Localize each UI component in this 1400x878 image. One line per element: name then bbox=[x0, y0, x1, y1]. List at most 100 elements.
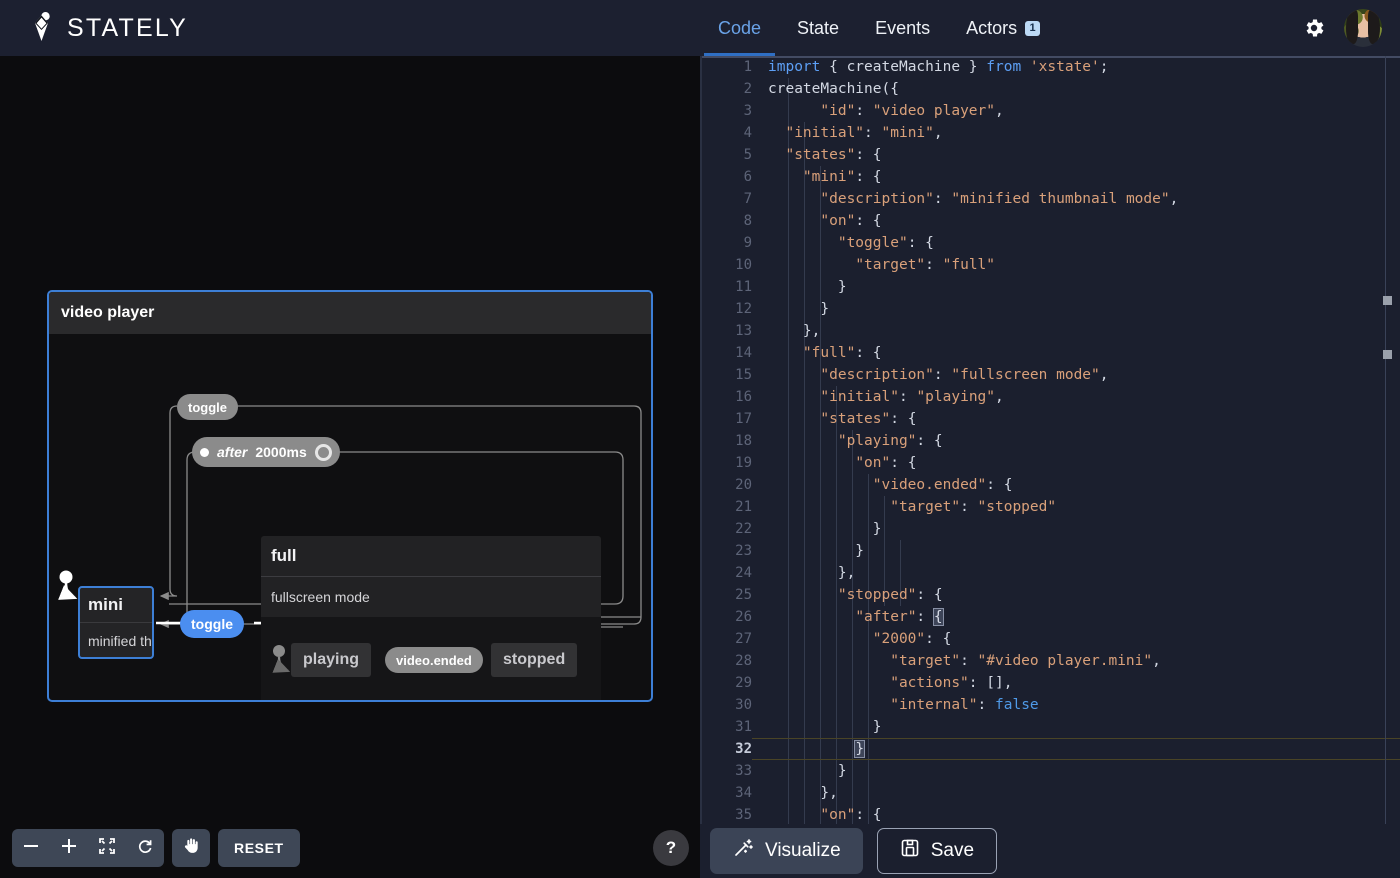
line-number: 26 bbox=[700, 606, 768, 628]
code-line[interactable]: 3 "id": "video player", bbox=[700, 100, 1400, 122]
code-line[interactable]: 29 "actions": [], bbox=[700, 672, 1400, 694]
code-line[interactable]: 13 }, bbox=[700, 320, 1400, 342]
line-number: 2 bbox=[700, 78, 768, 100]
code-line[interactable]: 21 "target": "stopped" bbox=[700, 496, 1400, 518]
zoom-in-button[interactable] bbox=[50, 829, 88, 867]
code-line-text: } bbox=[768, 760, 847, 782]
code-editor-pane[interactable]: 1import { createMachine } from 'xstate';… bbox=[700, 56, 1400, 878]
code-line[interactable]: 34 }, bbox=[700, 782, 1400, 804]
scrollbar-marker bbox=[1383, 296, 1392, 305]
line-number: 19 bbox=[700, 452, 768, 474]
code-line[interactable]: 18 "playing": { bbox=[700, 430, 1400, 452]
code-line[interactable]: 31 } bbox=[700, 716, 1400, 738]
code-line[interactable]: 23 } bbox=[700, 540, 1400, 562]
event-after-delay: 2000ms bbox=[255, 444, 306, 460]
code-line[interactable]: 25 "stopped": { bbox=[700, 584, 1400, 606]
code-line-text: "actions": [], bbox=[768, 672, 1012, 694]
tab-code[interactable]: Code bbox=[700, 0, 779, 56]
tab-actors[interactable]: Actors 1 bbox=[948, 0, 1058, 56]
line-number: 23 bbox=[700, 540, 768, 562]
code-line[interactable]: 19 "on": { bbox=[700, 452, 1400, 474]
tab-state[interactable]: State bbox=[779, 0, 857, 56]
gear-icon[interactable] bbox=[1300, 14, 1328, 42]
delay-circle-icon bbox=[315, 444, 332, 461]
fit-to-screen-button[interactable] bbox=[88, 829, 126, 867]
code-line[interactable]: 8 "on": { bbox=[700, 210, 1400, 232]
code-line[interactable]: 6 "mini": { bbox=[700, 166, 1400, 188]
code-line-text: "after": { bbox=[768, 606, 943, 628]
save-button[interactable]: Save bbox=[877, 828, 997, 874]
state-node-mini[interactable]: mini minified thu bbox=[78, 586, 154, 659]
code-line-text: }, bbox=[768, 782, 838, 804]
code-line[interactable]: 20 "video.ended": { bbox=[700, 474, 1400, 496]
code-line[interactable]: 7 "description": "minified thumbnail mod… bbox=[700, 188, 1400, 210]
code-line[interactable]: 15 "description": "fullscreen mode", bbox=[700, 364, 1400, 386]
pan-tool-group bbox=[172, 829, 210, 867]
state-node-full-title: full bbox=[261, 536, 601, 576]
help-button[interactable]: ? bbox=[653, 830, 689, 866]
event-video-ended[interactable]: video.ended bbox=[385, 647, 483, 673]
code-line-text: }, bbox=[768, 320, 820, 342]
help-button-label: ? bbox=[666, 838, 676, 858]
visualize-button-label: Visualize bbox=[765, 840, 841, 862]
code-line[interactable]: 10 "target": "full" bbox=[700, 254, 1400, 276]
code-line[interactable]: 9 "toggle": { bbox=[700, 232, 1400, 254]
code-line-text: "on": { bbox=[768, 210, 882, 232]
event-toggle-top[interactable]: toggle bbox=[177, 394, 238, 420]
tab-actors-label: Actors bbox=[966, 18, 1017, 39]
state-node-full[interactable]: full fullscreen mode playing stopped vid… bbox=[261, 536, 601, 702]
visualize-button[interactable]: Visualize bbox=[710, 828, 863, 874]
state-node-full-description: fullscreen mode bbox=[261, 577, 601, 617]
code-line[interactable]: 35 "on": { bbox=[700, 804, 1400, 824]
state-node-stopped[interactable]: stopped bbox=[491, 643, 577, 677]
event-toggle-mini-to-full[interactable]: toggle bbox=[180, 610, 244, 638]
zoom-out-button[interactable] bbox=[12, 829, 50, 867]
code-line[interactable]: 24 }, bbox=[700, 562, 1400, 584]
code-editor[interactable]: 1import { createMachine } from 'xstate';… bbox=[700, 56, 1400, 824]
line-number: 9 bbox=[700, 232, 768, 254]
line-number: 11 bbox=[700, 276, 768, 298]
event-after-keyword: after bbox=[217, 444, 247, 460]
tab-events[interactable]: Events bbox=[857, 0, 948, 56]
reset-rotation-button[interactable] bbox=[126, 829, 164, 867]
code-line[interactable]: 27 "2000": { bbox=[700, 628, 1400, 650]
event-after-2000ms[interactable]: after 2000ms bbox=[192, 437, 340, 467]
code-line-text: "states": { bbox=[768, 408, 916, 430]
code-line[interactable]: 14 "full": { bbox=[700, 342, 1400, 364]
code-line-text: "toggle": { bbox=[768, 232, 934, 254]
code-line[interactable]: 16 "initial": "playing", bbox=[700, 386, 1400, 408]
code-line[interactable]: 11 } bbox=[700, 276, 1400, 298]
code-line[interactable]: 2createMachine({ bbox=[700, 78, 1400, 100]
code-line[interactable]: 17 "states": { bbox=[700, 408, 1400, 430]
code-line[interactable]: 4 "initial": "mini", bbox=[700, 122, 1400, 144]
code-line[interactable]: 1import { createMachine } from 'xstate'; bbox=[700, 56, 1400, 78]
save-button-label: Save bbox=[931, 840, 974, 862]
line-number: 32 bbox=[700, 738, 768, 760]
line-number: 4 bbox=[700, 122, 768, 144]
minus-icon bbox=[22, 837, 40, 860]
machine-body: full fullscreen mode playing stopped vid… bbox=[49, 334, 651, 702]
editor-scrollbar[interactable] bbox=[1385, 56, 1386, 824]
line-number: 14 bbox=[700, 342, 768, 364]
code-line[interactable]: 22 } bbox=[700, 518, 1400, 540]
avatar[interactable] bbox=[1344, 9, 1382, 47]
code-line[interactable]: 30 "internal": false bbox=[700, 694, 1400, 716]
code-line-text: "initial": "mini", bbox=[768, 122, 943, 144]
machine-node-video-player[interactable]: video player bbox=[47, 290, 653, 702]
code-line-text: "target": "#video player.mini", bbox=[768, 650, 1161, 672]
code-line[interactable]: 32 } bbox=[700, 738, 1400, 760]
code-line[interactable]: 28 "target": "#video player.mini", bbox=[700, 650, 1400, 672]
scrollbar-marker bbox=[1383, 350, 1392, 359]
reset-button[interactable]: RESET bbox=[218, 829, 300, 867]
state-node-playing[interactable]: playing bbox=[291, 643, 371, 677]
code-line-text: "description": "minified thumbnail mode"… bbox=[768, 188, 1178, 210]
code-line-text: "target": "full" bbox=[768, 254, 995, 276]
magic-wand-icon bbox=[732, 837, 754, 865]
code-line[interactable]: 33 } bbox=[700, 760, 1400, 782]
code-line[interactable]: 12 } bbox=[700, 298, 1400, 320]
code-line[interactable]: 5 "states": { bbox=[700, 144, 1400, 166]
diagram-canvas[interactable]: video player bbox=[0, 56, 700, 878]
pan-tool-button[interactable] bbox=[172, 829, 210, 867]
code-line[interactable]: 26 "after": { bbox=[700, 606, 1400, 628]
code-line-text: "full": { bbox=[768, 342, 882, 364]
